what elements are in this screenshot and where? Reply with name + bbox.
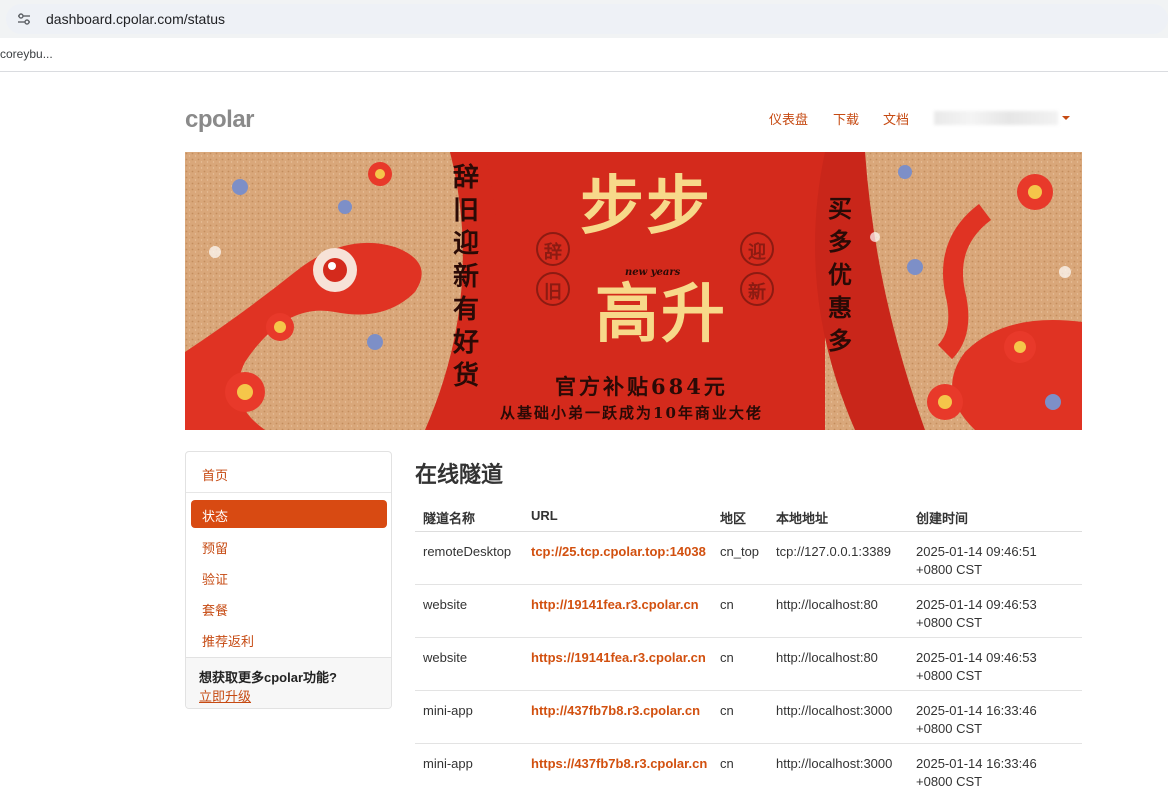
tunnel-local-address: tcp://127.0.0.1:3389	[776, 544, 891, 559]
banner-seal-right-2: 新	[748, 282, 766, 303]
nav-dashboard[interactable]: 仪表盘	[769, 109, 808, 128]
banner-right-slogan: 买多优惠多	[828, 194, 852, 355]
tunnel-local-address: http://localhost:3000	[776, 703, 893, 718]
nav-download[interactable]: 下载	[833, 109, 859, 128]
upgrade-link[interactable]: 立即升级	[199, 686, 251, 705]
banner-seal-right-1: 迎	[748, 242, 766, 263]
tunnel-created-time: 2025-01-14 09:46:51 +0800 CST	[916, 544, 1037, 577]
tunnels-table: 隧道名称 URL 地区 本地地址 创建时间 remoteDesktop tcp:…	[415, 497, 1082, 797]
tunnel-created-time: 2025-01-14 16:33:46 +0800 CST	[916, 756, 1037, 789]
sidebar-item-reserved[interactable]: 预留	[202, 538, 228, 557]
banner-seal-left-2: 旧	[544, 282, 562, 303]
browser-address-bar: dashboard.cpolar.com/status	[0, 0, 1168, 38]
tunnel-url-link[interactable]: https://19141fea.r3.cpolar.cn	[531, 649, 706, 667]
tunnel-region: cn	[720, 756, 734, 771]
tunnel-url-link[interactable]: http://437fb7b8.r3.cpolar.cn	[531, 702, 700, 720]
table-row: remoteDesktop tcp://25.tcp.cpolar.top:14…	[415, 532, 1082, 585]
banner-subline: 从基础小弟一跃成为10年商业大佬	[500, 404, 763, 422]
caret-down-icon[interactable]	[1062, 116, 1070, 120]
tunnel-region: cn	[720, 597, 734, 612]
tunnel-name: mini-app	[423, 756, 473, 771]
table-header: 隧道名称 URL 地区 本地地址 创建时间	[415, 497, 1082, 532]
tunnel-created-time: 2025-01-14 16:33:46 +0800 CST	[916, 703, 1037, 736]
banner-left-slogan: 辞旧迎新有好货	[452, 163, 479, 391]
tunnel-region: cn_top	[720, 544, 760, 559]
col-created: 创建时间	[916, 511, 969, 526]
tunnel-local-address: http://localhost:80	[776, 650, 878, 665]
tunnel-url-link[interactable]: http://19141fea.r3.cpolar.cn	[531, 596, 699, 614]
banner-headline-1: 步步	[580, 169, 712, 244]
tunnel-name: remoteDesktop	[423, 544, 512, 559]
tunnel-name: website	[423, 650, 468, 665]
col-name: 隧道名称	[423, 511, 476, 526]
tunnel-region: cn	[720, 650, 734, 665]
sidebar-item-plans[interactable]: 套餐	[202, 600, 228, 619]
table-row: website https://19141fea.r3.cpolar.cn cn…	[415, 638, 1082, 691]
bookmark-item[interactable]: coreybu...	[0, 47, 53, 61]
banner-headline-2: 高升	[595, 277, 727, 352]
tunnel-local-address: http://localhost:80	[776, 597, 878, 612]
banner-subsidy: 官方补贴684元	[555, 374, 728, 399]
col-region: 地区	[720, 511, 747, 526]
table-row: website http://19141fea.r3.cpolar.cn cn …	[415, 585, 1082, 638]
banner-seal-left-1: 辞	[544, 242, 562, 263]
tunnel-created-time: 2025-01-14 09:46:53 +0800 CST	[916, 597, 1037, 630]
url-text[interactable]: dashboard.cpolar.com/status	[46, 11, 225, 27]
sidebar-item-auth[interactable]: 验证	[202, 569, 228, 588]
col-local: 本地地址	[776, 511, 829, 526]
bookmarks-bar: coreybu...	[0, 38, 1168, 72]
table-row: mini-app http://437fb7b8.r3.cpolar.cn cn…	[415, 691, 1082, 744]
nav-docs[interactable]: 文档	[883, 109, 909, 128]
tunnel-url-link[interactable]: tcp://25.tcp.cpolar.top:14038	[531, 543, 706, 561]
cpolar-logo[interactable]: cpolar	[185, 106, 255, 134]
col-url: URL	[531, 508, 558, 523]
tunnel-created-time: 2025-01-14 09:46:53 +0800 CST	[916, 650, 1037, 683]
sidebar-item-home[interactable]: 首页	[202, 465, 228, 484]
sidebar-item-referral[interactable]: 推荐返利	[202, 631, 254, 650]
promo-banner[interactable]: 辞旧迎新有好货 辞 旧 迎 新 步步 new years 高升 官方补贴684元…	[185, 152, 1082, 430]
tunnel-name: website	[423, 597, 468, 612]
site-settings-icon[interactable]	[16, 11, 32, 27]
tunnel-url-link[interactable]: https://437fb7b8.r3.cpolar.cn	[531, 755, 707, 773]
sidebar-divider	[186, 492, 391, 493]
page-title: 在线隧道	[415, 462, 504, 487]
omnibox[interactable]: dashboard.cpolar.com/status	[6, 4, 1168, 34]
tunnel-name: mini-app	[423, 703, 473, 718]
sidebar-item-status[interactable]: 状态	[191, 500, 387, 528]
upgrade-question: 想获取更多cpolar功能?	[199, 670, 337, 685]
tunnel-region: cn	[720, 703, 734, 718]
tunnel-local-address: http://localhost:3000	[776, 756, 893, 771]
user-menu-blurred[interactable]	[934, 111, 1058, 125]
sidebar-upgrade-promo: 想获取更多cpolar功能? 立即升级	[186, 657, 391, 708]
table-row: mini-app https://437fb7b8.r3.cpolar.cn c…	[415, 744, 1082, 797]
sidebar: 首页 状态 预留 验证 套餐 推荐返利 想获取更多cpolar功能? 立即升级	[185, 451, 392, 709]
